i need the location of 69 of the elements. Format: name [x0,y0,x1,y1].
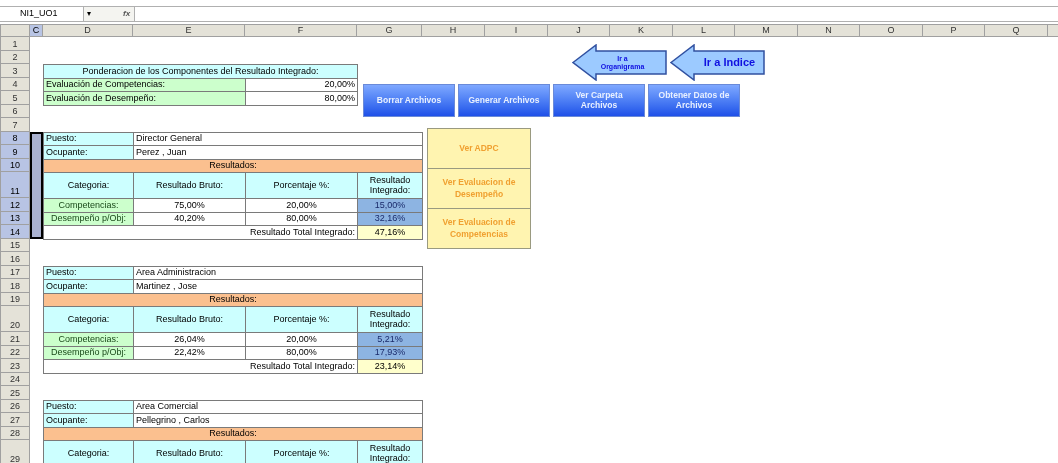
table-cell: Ocupante: [43,413,134,428]
table-cell: Perez , Juan [133,145,423,160]
row-header[interactable]: 9 [0,145,30,159]
column-heading: Resultado Bruto: [133,306,246,333]
function-label[interactable]: fx [123,8,131,20]
row-header[interactable]: 21 [0,332,30,346]
table-cell: Competencias: [43,332,134,347]
table-cell: Resultado Total Integrado: [43,225,358,240]
column-heading: Resultado Integrado: [357,306,423,333]
column-heading: Resultado Integrado: [357,440,423,463]
column-header[interactable]: P [923,24,985,37]
table-cell: 5,21% [357,332,423,347]
select-all-corner[interactable] [0,24,30,37]
column-header[interactable]: H [422,24,485,37]
row-header[interactable]: 23 [0,359,30,373]
table-cell: 47,16% [357,225,423,240]
column-header[interactable]: D [43,24,133,37]
row-header[interactable]: 12 [0,198,30,212]
back-arrow-button[interactable]: Ir a Indice [670,44,765,81]
column-heading: Resultado Bruto: [133,172,246,199]
archive-button[interactable]: Obtener Datos de Archivos [648,84,740,117]
column-heading: Categoria: [43,172,134,199]
column-header[interactable]: O [860,24,923,37]
table-cell: Martinez , Jose [133,279,423,294]
table-cell: Evaluación de Desempeño: [43,91,246,106]
name-box[interactable]: NI1_UO1 [0,7,84,21]
column-heading: Porcentaje %: [245,306,358,333]
column-header[interactable]: C [30,24,43,37]
column-header[interactable]: L [673,24,735,37]
row-header[interactable]: 11 [0,172,30,198]
table-cell: Ocupante: [43,145,134,160]
row-header[interactable]: 27 [0,413,30,427]
row-header[interactable]: 7 [0,118,30,132]
table-cell: 15,00% [357,198,423,213]
column-header[interactable]: K [610,24,673,37]
column-heading: Categoria: [43,440,134,463]
table-cell: Competencias: [43,198,134,213]
row-header[interactable]: 3 [0,64,30,78]
column-heading: Resultado Bruto: [133,440,246,463]
column-heading: Porcentaje %: [245,440,358,463]
archive-button[interactable]: Ver Carpeta Archivos [553,84,645,117]
column-header[interactable]: G [357,24,422,37]
row-header[interactable]: 18 [0,279,30,293]
column-header[interactable]: M [735,24,798,37]
header-strip [1048,24,1058,37]
column-heading: Porcentaje %: [245,172,358,199]
row-header[interactable]: 14 [0,225,30,239]
table-cell: 23,14% [357,359,423,374]
column-header[interactable]: I [485,24,548,37]
column-header[interactable]: J [548,24,610,37]
column-heading: Categoria: [43,306,134,333]
row-header[interactable]: 1 [0,37,30,51]
dropdown-icon[interactable]: ▾ [87,10,91,18]
row-header[interactable]: 25 [0,386,30,400]
column-header[interactable]: Q [985,24,1048,37]
row-header[interactable]: 5 [0,91,30,105]
table-header: Ponderacion de los Componentes del Resultado Integrado: [43,64,358,79]
table-cell: Ocupante: [43,279,134,294]
row-header[interactable]: 16 [0,252,30,266]
row-header[interactable]: 29 [0,440,30,463]
column-heading: Resultado Integrado: [357,172,423,199]
formula-field[interactable] [134,7,1058,21]
table-cell: 80,00% [245,91,358,106]
column-header[interactable]: N [798,24,860,37]
table-cell: Resultado Total Integrado: [43,359,358,374]
column-header[interactable]: F [245,24,357,37]
row-header[interactable]: 20 [0,306,30,332]
table-cell: Pellegrino , Carlos [133,413,423,428]
column-header[interactable]: E [133,24,245,37]
